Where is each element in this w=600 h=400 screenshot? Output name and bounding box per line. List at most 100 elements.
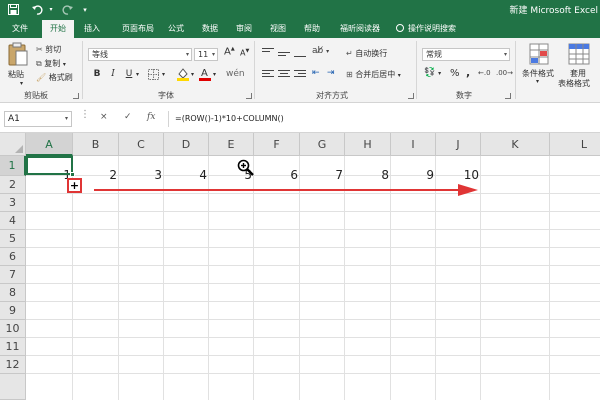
cell-j1[interactable]: 10 <box>436 168 479 182</box>
orientation-icon[interactable]: ab̸ ▾ <box>312 46 329 56</box>
column-header-i[interactable]: I <box>391 133 436 156</box>
conditional-formatting-icon[interactable] <box>529 43 549 68</box>
tab-formulas[interactable]: 公式 <box>162 19 190 38</box>
row-header-10[interactable]: 10 <box>0 320 26 338</box>
accounting-format-icon[interactable]: 💱 ▾ <box>424 68 441 78</box>
paste-icon[interactable] <box>7 42 29 71</box>
copy-dropdown-icon[interactable]: ▾ <box>63 61 66 68</box>
merge-dropdown-icon[interactable]: ▾ <box>398 72 401 79</box>
column-header-d[interactable]: D <box>164 133 209 156</box>
paste-dropdown-icon[interactable]: ▾ <box>20 80 23 87</box>
phonetic-icon[interactable]: wén <box>226 69 245 79</box>
tab-home[interactable]: 开始 <box>42 20 74 38</box>
alignment-launcher-icon[interactable] <box>408 93 414 99</box>
row-header-4[interactable]: 4 <box>0 212 26 230</box>
increase-font-icon[interactable]: A▲ <box>224 46 235 57</box>
number-launcher-icon[interactable] <box>505 93 511 99</box>
redo-icon[interactable] <box>60 2 74 17</box>
row-header-9[interactable]: 9 <box>0 302 26 320</box>
tab-file[interactable]: 文件 <box>6 19 34 38</box>
conditional-formatting-dropdown-icon[interactable]: ▾ <box>536 78 539 85</box>
clipboard-launcher-icon[interactable] <box>73 93 79 99</box>
copy-button[interactable]: ⧉ 复制 ▾ <box>36 58 66 69</box>
worksheet-grid[interactable]: A B C D E F G H I J K L 1 2 3 4 5 6 7 8 … <box>0 133 600 400</box>
column-header-b[interactable]: B <box>73 133 119 156</box>
cell-i1[interactable]: 9 <box>391 168 434 182</box>
insert-function-icon[interactable]: fx <box>147 112 155 122</box>
cell-g1[interactable]: 7 <box>300 168 343 182</box>
column-header-l[interactable]: L <box>550 133 600 156</box>
column-header-h[interactable]: H <box>345 133 391 156</box>
align-center-icon[interactable] <box>278 70 290 80</box>
undo-dropdown-icon[interactable]: ▾ <box>47 2 55 17</box>
row-header-5[interactable]: 5 <box>0 230 26 248</box>
font-size-select[interactable]: 11 ▾ <box>194 48 218 61</box>
decrease-font-icon[interactable]: A▼ <box>240 48 249 58</box>
row-header-1[interactable]: 1 <box>0 156 26 176</box>
number-format-select[interactable]: 常规 ▾ <box>422 48 510 61</box>
enter-icon[interactable]: ✓ <box>124 112 132 122</box>
row-header-8[interactable]: 8 <box>0 284 26 302</box>
row-header-2[interactable]: 2 <box>0 176 26 194</box>
row-header-6[interactable]: 6 <box>0 248 26 266</box>
cut-button[interactable]: ✂ 剪切 <box>36 44 61 55</box>
decrease-indent-icon[interactable]: ⇤ <box>312 68 320 78</box>
column-header-a[interactable]: A <box>26 133 73 156</box>
column-header-k[interactable]: K <box>481 133 550 156</box>
paste-button[interactable]: 粘贴 <box>8 69 24 80</box>
font-color-dropdown-icon[interactable]: ▾ <box>213 71 216 78</box>
tab-foxit-reader[interactable]: 福昕阅读器 <box>334 19 386 38</box>
column-header-j[interactable]: J <box>436 133 481 156</box>
name-box[interactable]: A1 ▾ <box>4 111 72 127</box>
align-right-icon[interactable] <box>294 70 306 80</box>
tab-review[interactable]: 审阅 <box>230 19 258 38</box>
cell-c1[interactable]: 3 <box>119 168 162 182</box>
borders-icon[interactable] <box>148 69 159 83</box>
format-as-table-icon[interactable] <box>568 43 590 68</box>
font-name-select[interactable]: 等线 ▾ <box>88 48 192 61</box>
formula-input[interactable]: =(ROW()-1)*10+COLUMN() <box>168 111 600 127</box>
borders-dropdown-icon[interactable]: ▾ <box>162 71 165 78</box>
align-middle-icon[interactable] <box>278 49 290 59</box>
cell-h1[interactable]: 8 <box>345 168 389 182</box>
column-header-f[interactable]: F <box>254 133 300 156</box>
row-header-11[interactable]: 11 <box>0 338 26 356</box>
underline-dropdown-icon[interactable]: ▾ <box>136 71 139 78</box>
font-launcher-icon[interactable] <box>246 93 252 99</box>
tab-page-layout[interactable]: 页面布局 <box>112 19 164 38</box>
font-color-icon[interactable]: A <box>199 66 211 84</box>
column-header-c[interactable]: C <box>119 133 164 156</box>
column-header-e[interactable]: E <box>209 133 254 156</box>
cell-f1[interactable]: 6 <box>254 168 298 182</box>
wrap-text-button[interactable]: ↵ 自动换行 <box>346 48 387 59</box>
row-header-7[interactable]: 7 <box>0 266 26 284</box>
tab-tell-me[interactable]: 操作说明搜索 <box>396 19 468 38</box>
row-header-3[interactable]: 3 <box>0 194 26 212</box>
save-icon[interactable] <box>6 2 20 17</box>
align-left-icon[interactable] <box>262 70 274 80</box>
tab-view[interactable]: 视图 <box>264 19 292 38</box>
tab-insert[interactable]: 插入 <box>78 19 106 38</box>
fill-handle[interactable] <box>70 172 75 177</box>
cancel-icon[interactable]: × <box>100 112 108 122</box>
fill-color-dropdown-icon[interactable]: ▾ <box>191 71 194 78</box>
column-header-g[interactable]: G <box>300 133 345 156</box>
tab-data[interactable]: 数据 <box>196 19 224 38</box>
percent-style-button[interactable]: % <box>450 68 460 79</box>
increase-decimal-icon[interactable]: ←.0 <box>478 69 491 77</box>
tab-help[interactable]: 帮助 <box>298 19 326 38</box>
format-as-table-label-2[interactable]: 表格格式 <box>558 78 590 89</box>
align-bottom-icon[interactable] <box>294 50 306 60</box>
underline-button[interactable]: U <box>122 68 136 81</box>
undo-icon[interactable] <box>30 2 46 17</box>
fill-color-icon[interactable] <box>176 67 190 84</box>
decrease-decimal-icon[interactable]: .00→ <box>496 69 513 77</box>
cell-d1[interactable]: 4 <box>164 168 207 182</box>
format-painter-button[interactable]: 🖌 格式刷 <box>36 72 73 83</box>
comma-style-button[interactable]: , <box>466 66 470 79</box>
increase-indent-icon[interactable]: ⇥ <box>327 68 335 78</box>
select-all-button[interactable] <box>0 133 26 156</box>
merge-center-button[interactable]: ⊞ 合并后居中 ▾ <box>346 69 401 80</box>
customize-toolbar-icon[interactable]: ▾ <box>80 2 90 17</box>
bold-button[interactable]: B <box>90 68 104 81</box>
